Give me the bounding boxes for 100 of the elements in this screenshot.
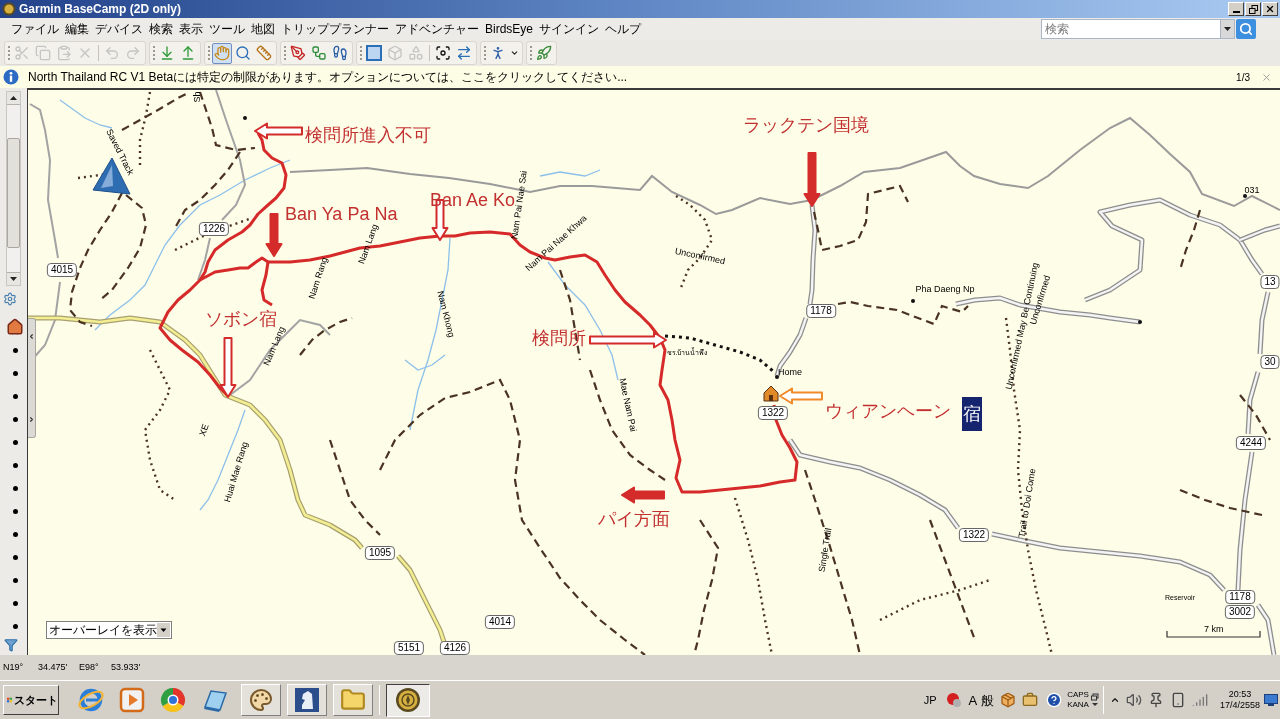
- flowchart-icon: [311, 45, 327, 61]
- map-label: Nam Lang: [356, 222, 380, 266]
- start-button[interactable]: スタート: [3, 685, 59, 715]
- pen-tool-icon: [290, 45, 306, 61]
- help-icon[interactable]: [1046, 692, 1063, 708]
- right-arrow-icon: [589, 331, 667, 349]
- scroll-down-button[interactable]: [7, 272, 20, 285]
- clock-date[interactable]: 17/4/2558: [1219, 700, 1260, 711]
- down-arrow-icon: [265, 213, 283, 257]
- clipboard-icon: [56, 45, 72, 61]
- annotation-text: 検問所進入不可: [305, 125, 431, 145]
- menu-item[interactable]: アドベンチャー: [392, 21, 482, 37]
- briefcase-icon[interactable]: [1022, 692, 1039, 708]
- window-options-icon[interactable]: [1090, 693, 1099, 707]
- bubble-icon[interactable]: [946, 692, 963, 708]
- trail-line: [198, 91, 256, 152]
- left-arrow-icon: [779, 387, 823, 405]
- menu-item[interactable]: ヘルプ: [602, 21, 645, 37]
- caret-icon: [157, 623, 170, 637]
- point-icon: [243, 116, 247, 120]
- media-player-icon[interactable]: [119, 687, 145, 713]
- annotation-text: ソボン宿: [205, 309, 277, 329]
- speaker-icon[interactable]: [1125, 692, 1142, 708]
- restore-button[interactable]: [1245, 2, 1261, 16]
- view-button[interactable]: [364, 42, 384, 64]
- scroll-up-button[interactable]: [7, 92, 20, 105]
- show-desktop-icon[interactable]: [1264, 694, 1278, 706]
- chevron-up-icon[interactable]: [1109, 695, 1120, 705]
- grip-handle-icon: [530, 45, 533, 61]
- menu-item[interactable]: 検索: [146, 21, 176, 37]
- menu-item[interactable]: 表示: [176, 21, 206, 37]
- house-marker-icon[interactable]: [763, 385, 779, 402]
- house-icon[interactable]: [6, 318, 24, 336]
- point-icon: [1243, 194, 1247, 198]
- clock-time[interactable]: 20:53: [1228, 689, 1252, 700]
- bullet-icon: [13, 624, 18, 629]
- road-shield: 1322: [958, 528, 990, 542]
- road-shield: 1226: [198, 222, 230, 236]
- annotation-text: パイ方面: [598, 509, 670, 529]
- square-icon: [366, 45, 382, 61]
- map-label: 031: [1244, 185, 1260, 195]
- input-mode-indicator[interactable]: 般: [981, 693, 995, 707]
- settings-icon[interactable]: [3, 292, 17, 306]
- annotation-text: 宿: [962, 397, 982, 431]
- filter-icon[interactable]: [4, 638, 18, 652]
- caret-left-icon: [28, 333, 35, 340]
- menu-item[interactable]: サインイン: [536, 21, 603, 37]
- overlay-dropdown[interactable]: オーバーレイを表示: [46, 621, 172, 639]
- left-arrow-icon: [621, 486, 665, 504]
- annotation-text: ラックテン国境: [743, 115, 869, 135]
- menu-item[interactable]: 地図: [248, 21, 278, 37]
- scrollbar[interactable]: [6, 91, 21, 286]
- language-indicator[interactable]: JP: [923, 691, 937, 709]
- latitude-minutes: 34.475': [38, 660, 69, 674]
- bullet-icon: [13, 578, 18, 583]
- road-shield: 5151: [393, 641, 425, 655]
- map-label: Huai Mae Rang: [222, 440, 250, 504]
- grip-handle-icon: [153, 45, 156, 61]
- bullet-icon: [13, 532, 18, 537]
- scrollbar-thumb[interactable]: [7, 138, 20, 248]
- upload-icon: [180, 45, 196, 61]
- map-label: Pha Daeng Np: [915, 284, 975, 294]
- bullet-icon: [13, 601, 18, 606]
- menu-item[interactable]: BirdsEye: [482, 21, 537, 37]
- bullet-icon: [13, 486, 18, 491]
- close-button[interactable]: [1262, 2, 1278, 16]
- rocket-icon: [536, 45, 552, 61]
- map-label: Sh: [192, 91, 202, 103]
- road-line: [1245, 371, 1261, 435]
- menu-item[interactable]: ツール: [206, 21, 248, 37]
- minimize-button[interactable]: [1228, 2, 1244, 16]
- close-icon: [1265, 4, 1275, 14]
- pan-button[interactable]: [212, 42, 232, 64]
- road-shield: 1095: [364, 546, 396, 560]
- point-icon: [1138, 320, 1142, 324]
- browser-icon[interactable]: [77, 686, 105, 714]
- magnifier-icon: [235, 45, 251, 61]
- app-logo-icon: [2, 2, 16, 16]
- shapes-icon: [408, 45, 424, 61]
- search-field[interactable]: 検索: [1041, 19, 1221, 39]
- annotation-text: 検問所: [532, 328, 586, 348]
- menu-item[interactable]: ファイル: [8, 21, 62, 37]
- map-view[interactable]: [27, 88, 1280, 655]
- notification-link[interactable]: North Thailand RC V1 Betaには特定の制限があります。オプションについては、ここをクリックしてください...: [28, 70, 628, 84]
- caret-icon: [1224, 27, 1231, 31]
- longitude-degrees: E98°: [79, 660, 100, 674]
- input-mode-indicator[interactable]: A: [968, 693, 978, 707]
- tricolor-circle-icon[interactable]: [159, 686, 187, 714]
- taskbar-button[interactable]: [386, 683, 430, 717]
- notebook-icon[interactable]: [201, 687, 229, 713]
- menu-item[interactable]: 編集: [62, 21, 92, 37]
- road-line: [774, 317, 809, 377]
- menu-item[interactable]: デバイス: [92, 21, 146, 37]
- swap-arrows-icon: [456, 45, 472, 61]
- bullet-icon: [13, 440, 18, 445]
- menu-item[interactable]: トリッププランナー: [278, 21, 392, 37]
- caret-right-icon: [28, 416, 35, 423]
- search-dropdown-button[interactable]: [1221, 19, 1235, 39]
- package-icon[interactable]: [1000, 692, 1017, 708]
- signal-icon[interactable]: [1191, 692, 1208, 708]
